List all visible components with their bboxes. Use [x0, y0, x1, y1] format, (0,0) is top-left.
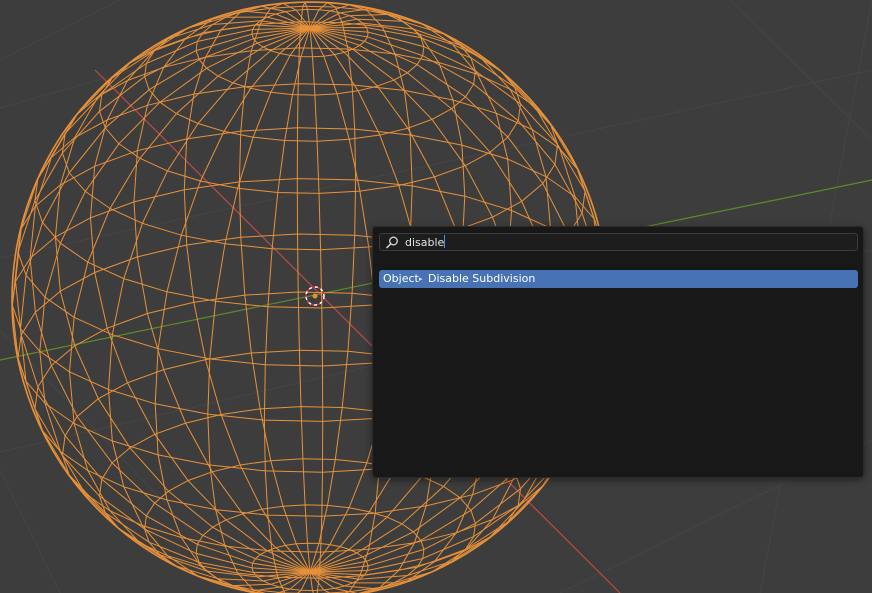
- sphere-longitude-line: [183, 5, 311, 573]
- search-result-disable-subdivision[interactable]: Object ▸ Disable Subdivision: [379, 270, 858, 288]
- sphere-longitude-line: [89, 16, 311, 573]
- sphere-longitude-line: [309, 27, 382, 593]
- sphere-longitude-line: [68, 27, 311, 582]
- sphere-longitude-line: [11, 27, 311, 573]
- menu-separator-arrow-icon: ▸: [419, 275, 423, 283]
- sphere-longitude-line: [309, 27, 324, 593]
- sphere-longitude-line: [296, 0, 311, 573]
- text-caret: [444, 235, 446, 248]
- result-label: Disable Subdivision: [428, 272, 536, 285]
- sphere-longitude-line: [14, 27, 311, 573]
- search-input[interactable]: disable: [379, 233, 858, 251]
- sphere-longitude-line: [207, 27, 311, 593]
- sphere-latitude-ring: [195, 1, 425, 96]
- 3d-viewport[interactable]: disable Object ▸ Disable Subdivision: [0, 0, 872, 593]
- search-icon: [385, 236, 398, 249]
- operator-search-popup: disable Object ▸ Disable Subdivision: [372, 226, 864, 478]
- sphere-latitude-ring: [61, 47, 559, 251]
- result-category: Object: [383, 272, 419, 285]
- search-query: disable: [405, 235, 446, 249]
